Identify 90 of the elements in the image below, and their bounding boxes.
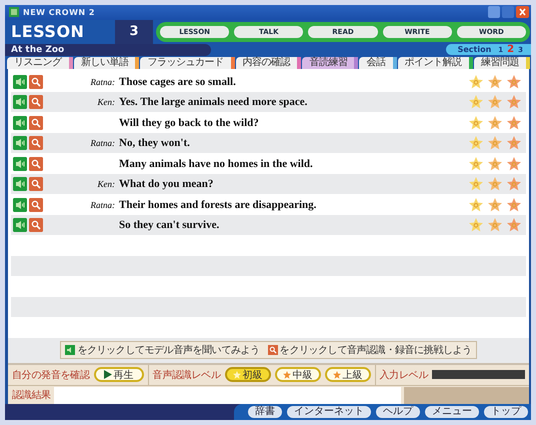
star-icon	[506, 156, 522, 172]
speaker-name: Ken:	[96, 97, 116, 108]
star-icon	[468, 74, 484, 90]
close-icon[interactable]	[516, 6, 529, 18]
star-icon	[468, 196, 484, 213]
star-icon	[487, 176, 503, 192]
star-icon	[487, 94, 503, 110]
dialogue-line: What do you mean?	[119, 178, 214, 190]
star-icon	[487, 156, 503, 172]
star-icon	[487, 74, 503, 90]
app-icon	[9, 7, 19, 18]
dialogue-line: So they can't survive.	[119, 219, 220, 232]
magnifier-icon[interactable]	[29, 74, 43, 89]
footer-button[interactable]: トップ	[484, 406, 528, 418]
lesson-label: LESSON	[10, 22, 86, 42]
level-button[interactable]: 初級	[224, 367, 271, 382]
star-icon	[468, 114, 484, 131]
star-icon	[282, 370, 291, 379]
star-icon	[506, 114, 522, 131]
input-level-label: 入力レベル	[380, 368, 428, 382]
magnifier-icon[interactable]	[29, 156, 43, 171]
star-icon	[468, 156, 484, 172]
magnifier-icon[interactable]	[29, 218, 43, 232]
dialogue-line: Their homes and forests are disappearing.	[119, 198, 316, 211]
speaker-icon[interactable]	[13, 136, 27, 150]
star-icon	[468, 135, 484, 152]
star-icon	[332, 370, 341, 379]
speaker-name: Ken:	[96, 179, 116, 190]
footer-button[interactable]: ヘルプ	[376, 406, 420, 418]
section-label: Section	[458, 45, 492, 54]
dialogue-line: Those cages are so small.	[119, 76, 236, 88]
magnifier-icon[interactable]	[29, 116, 43, 130]
tab[interactable]: 音読練習	[302, 56, 358, 69]
playback-label: 自分の発音を確認	[12, 368, 90, 382]
star-icon	[506, 74, 522, 90]
star-icon	[506, 94, 522, 110]
hint-text: をクリックしてモデル音声を聞いてみよう	[77, 344, 260, 357]
star-icon	[468, 217, 484, 234]
speaker-name: Ratna:	[90, 138, 116, 148]
star-icon	[506, 176, 522, 192]
speaker-name: Ratna:	[90, 200, 116, 210]
star-icon	[506, 217, 522, 234]
star-icon	[232, 370, 241, 379]
window-title: NEW CROWN 2	[23, 8, 95, 17]
dialogue-line: Many animals have no homes in the wild.	[119, 158, 313, 170]
lesson-number: 3	[115, 20, 153, 44]
magnifier-icon[interactable]	[29, 95, 43, 110]
dialogue-line: No, they won't.	[119, 137, 190, 150]
magnifier-icon[interactable]	[29, 177, 43, 192]
star-icon	[487, 217, 503, 234]
level-label: 音声認識レベル	[152, 368, 221, 382]
level-button[interactable]: 中級	[274, 367, 321, 382]
tab[interactable]: 新しい単語	[74, 56, 140, 69]
speaker-icon[interactable]	[13, 198, 27, 212]
tab[interactable]: 練習問題	[474, 56, 530, 69]
star-icon	[506, 135, 522, 152]
footer-button[interactable]: 辞書	[248, 406, 282, 418]
footer-button[interactable]: メニュー	[425, 406, 479, 418]
tab[interactable]: リスニング	[7, 56, 73, 69]
magnifier-icon[interactable]	[29, 198, 43, 212]
star-icon	[487, 135, 503, 152]
star-icon	[487, 114, 503, 131]
star-icon	[468, 176, 484, 192]
result-label: 認識結果	[12, 388, 51, 402]
tab[interactable]: 内容の確認	[236, 56, 302, 69]
play-button[interactable]: 再生	[94, 367, 144, 382]
tab[interactable]: フラッシュカード	[140, 56, 235, 69]
level-button[interactable]: 上級	[324, 367, 371, 382]
speaker-icon[interactable]	[13, 156, 27, 171]
dialogue-line: Yes. The large animals need more space.	[119, 96, 308, 108]
star-icon	[487, 196, 503, 213]
play-icon	[104, 370, 112, 380]
tab[interactable]: ポイント解説	[398, 56, 473, 69]
tab[interactable]: 会話	[359, 56, 397, 69]
speaker-icon	[65, 344, 76, 355]
speaker-icon[interactable]	[13, 116, 27, 130]
speaker-name: Ratna:	[90, 76, 116, 87]
footer-button[interactable]: インターネット	[287, 406, 371, 418]
star-icon	[468, 94, 484, 110]
speaker-icon[interactable]	[13, 95, 27, 110]
unit-title: At the Zoo	[5, 44, 211, 56]
speaker-icon[interactable]	[13, 218, 27, 232]
magnifier-icon[interactable]	[29, 136, 43, 150]
speaker-icon[interactable]	[13, 177, 27, 192]
magnifier-icon	[268, 344, 278, 355]
minimize-button[interactable]	[488, 6, 500, 18]
star-icon	[506, 196, 522, 213]
speaker-icon[interactable]	[13, 74, 27, 89]
hint-text: をクリックして音声認識・録音に挑戦しよう	[280, 344, 472, 357]
dialogue-line: Will they go back to the wild?	[119, 116, 259, 129]
